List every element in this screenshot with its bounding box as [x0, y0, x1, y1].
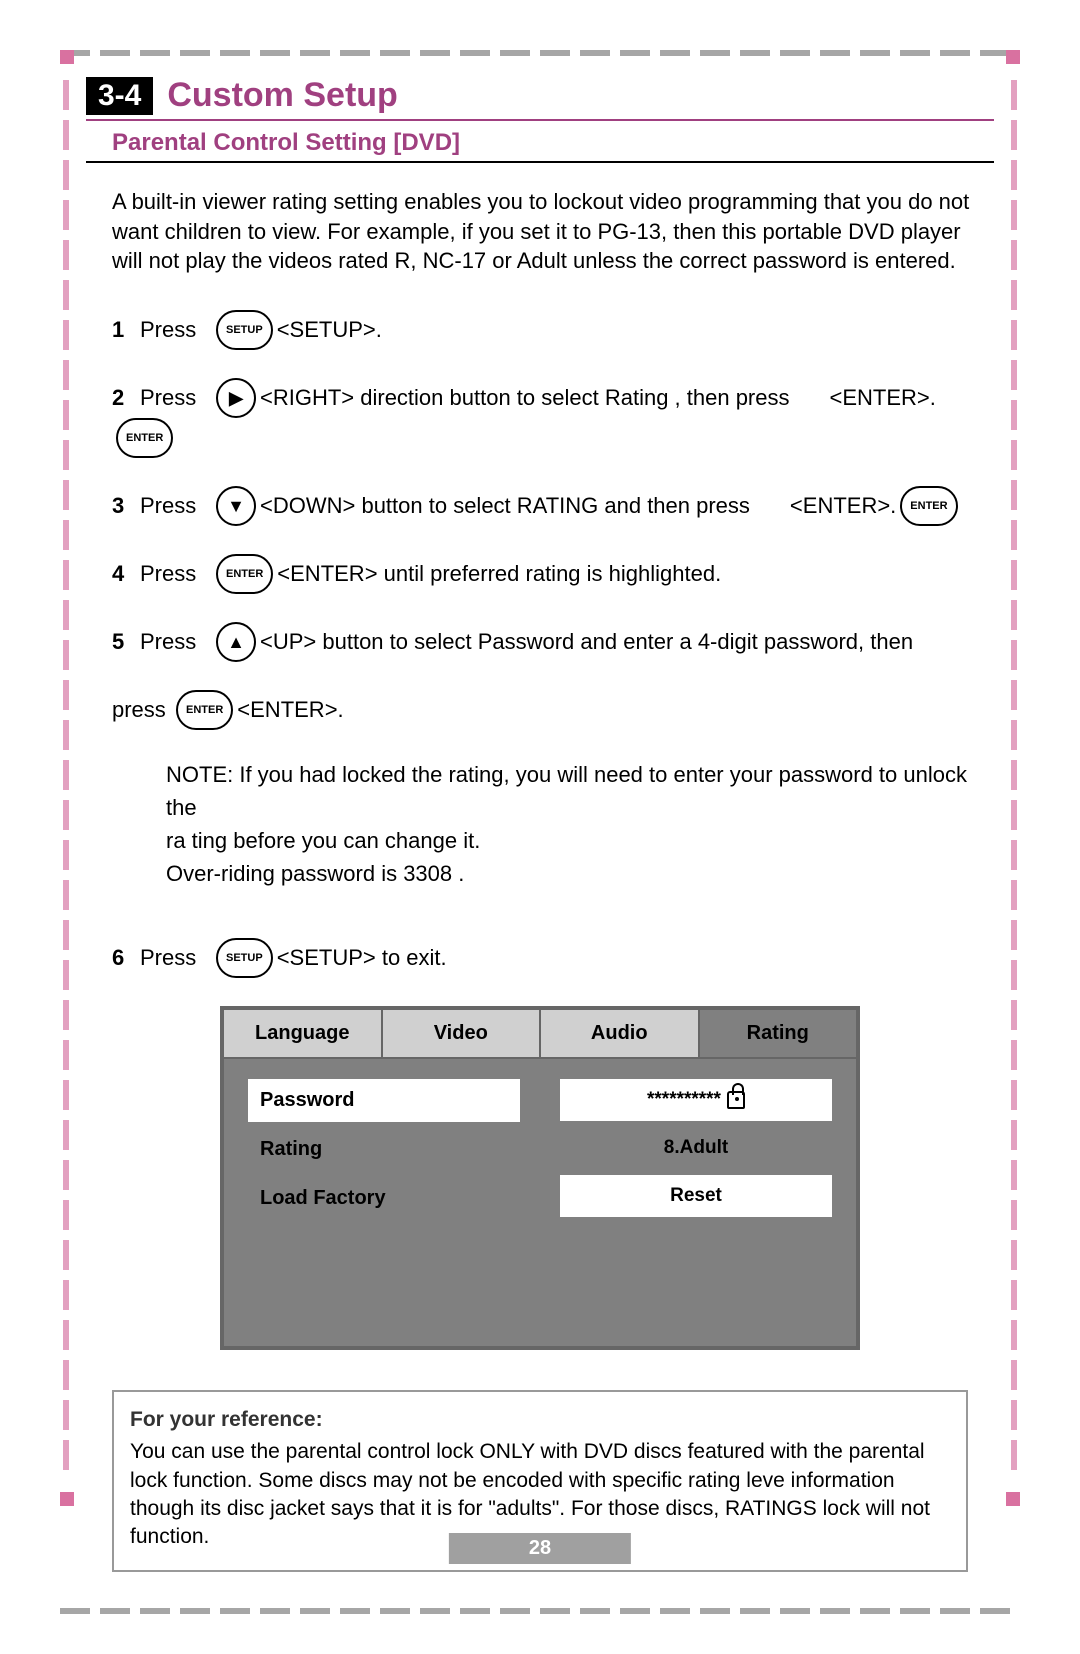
reference-title: For your reference:: [130, 1406, 950, 1434]
osd-menu: Language Video Audio Rating Password Rat…: [220, 1006, 860, 1350]
section-number-badge: 3-4: [86, 77, 153, 115]
password-mask: **********: [647, 1089, 721, 1111]
step-row: 1 Press SETUP <SETUP>.: [112, 310, 994, 350]
border-top: [60, 50, 1020, 56]
border-left: [63, 80, 69, 1474]
enter-button-icon: ENTER: [216, 554, 273, 594]
step-continuation: press ENTER <ENTER>.: [86, 690, 994, 730]
up-arrow-button-icon: ▲: [216, 622, 256, 662]
osd-values-column: ********** 8.Adult Reset: [560, 1079, 832, 1226]
press-label: press: [112, 697, 172, 723]
corner-icon: [1006, 50, 1020, 64]
step-text: <ENTER> until preferred rating is highli…: [277, 561, 721, 587]
step-row: 6 Press SETUP <SETUP> to exit.: [112, 938, 994, 978]
page-number: 28: [449, 1533, 631, 1564]
menu-item-rating[interactable]: Rating: [248, 1128, 520, 1171]
step-number: 2: [112, 385, 140, 411]
border-right: [1011, 80, 1017, 1474]
tab-video[interactable]: Video: [383, 1010, 542, 1057]
enter-button-icon: ENTER: [900, 486, 957, 526]
osd-labels-column: Password Rating Load Factory: [248, 1079, 520, 1226]
section-title: Custom Setup: [167, 76, 397, 115]
corner-icon: [1006, 1492, 1020, 1506]
enter-button-icon: ENTER: [176, 690, 233, 730]
step-action: Press: [140, 317, 212, 343]
menu-value-rating[interactable]: 8.Adult: [560, 1127, 832, 1169]
step-number: 4: [112, 561, 140, 587]
step-row: 5 Press ▲ <UP> button to select Password…: [112, 622, 994, 662]
step-text: <SETUP>.: [277, 317, 382, 343]
right-arrow-button-icon: ▶: [216, 378, 256, 418]
subsection-title: Parental Control Setting [DVD]: [86, 129, 994, 163]
step-action: Press: [140, 493, 212, 519]
setup-button-icon: SETUP: [216, 938, 273, 978]
border-bottom: [60, 1608, 1020, 1614]
osd-tabs: Language Video Audio Rating: [224, 1010, 856, 1059]
step-text: <SETUP> to exit.: [277, 945, 447, 971]
menu-value-password[interactable]: **********: [560, 1079, 832, 1121]
enter-label: <ENTER>.: [790, 493, 896, 519]
tab-rating[interactable]: Rating: [700, 1010, 857, 1057]
tab-language[interactable]: Language: [224, 1010, 383, 1057]
section-title-row: 3-4 Custom Setup: [86, 76, 994, 121]
step-text: <RIGHT> direction button to select Ratin…: [260, 385, 790, 411]
step-row: 4 Press ENTER <ENTER> until preferred ra…: [112, 554, 994, 594]
corner-icon: [60, 1492, 74, 1506]
step-row: 3 Press ▼ <DOWN> button to select RATING…: [112, 486, 994, 526]
step-text: <UP> button to select Password and enter…: [260, 629, 913, 655]
corner-icon: [60, 50, 74, 64]
step-action: Press: [140, 385, 212, 411]
step-action: Press: [140, 561, 212, 587]
menu-item-load-factory[interactable]: Load Factory: [248, 1177, 520, 1220]
enter-label: <ENTER>.: [830, 385, 936, 411]
step-number: 1: [112, 317, 140, 343]
menu-value-reset[interactable]: Reset: [560, 1175, 832, 1217]
step-text: <ENTER>.: [237, 697, 343, 723]
tab-audio[interactable]: Audio: [541, 1010, 700, 1057]
step-row: 2 Press ▶ <RIGHT> direction button to se…: [112, 378, 994, 458]
menu-item-password[interactable]: Password: [248, 1079, 520, 1122]
step-number: 5: [112, 629, 140, 655]
step-number: 6: [112, 945, 140, 971]
note-line: Over-riding password is 3308 .: [166, 857, 994, 890]
note-block: NOTE: If you had locked the rating, you …: [86, 758, 994, 890]
down-arrow-button-icon: ▼: [216, 486, 256, 526]
step-action: Press: [140, 945, 212, 971]
lock-icon: [727, 1091, 745, 1109]
note-line: ra ting before you can change it.: [166, 824, 994, 857]
step-number: 3: [112, 493, 140, 519]
page: 3-4 Custom Setup Parental Control Settin…: [0, 0, 1080, 1654]
step-action: Press: [140, 629, 212, 655]
note-line: NOTE: If you had locked the rating, you …: [166, 758, 994, 824]
osd-body: Password Rating Load Factory ********** …: [224, 1059, 856, 1346]
enter-button-icon: ENTER: [116, 418, 173, 458]
intro-paragraph: A built-in viewer rating setting enables…: [86, 187, 994, 276]
step-text: <DOWN> button to select RATING and then …: [260, 493, 750, 519]
setup-button-icon: SETUP: [216, 310, 273, 350]
steps-list: 1 Press SETUP <SETUP>. 2 Press ▶ <RIGHT>…: [86, 310, 994, 662]
